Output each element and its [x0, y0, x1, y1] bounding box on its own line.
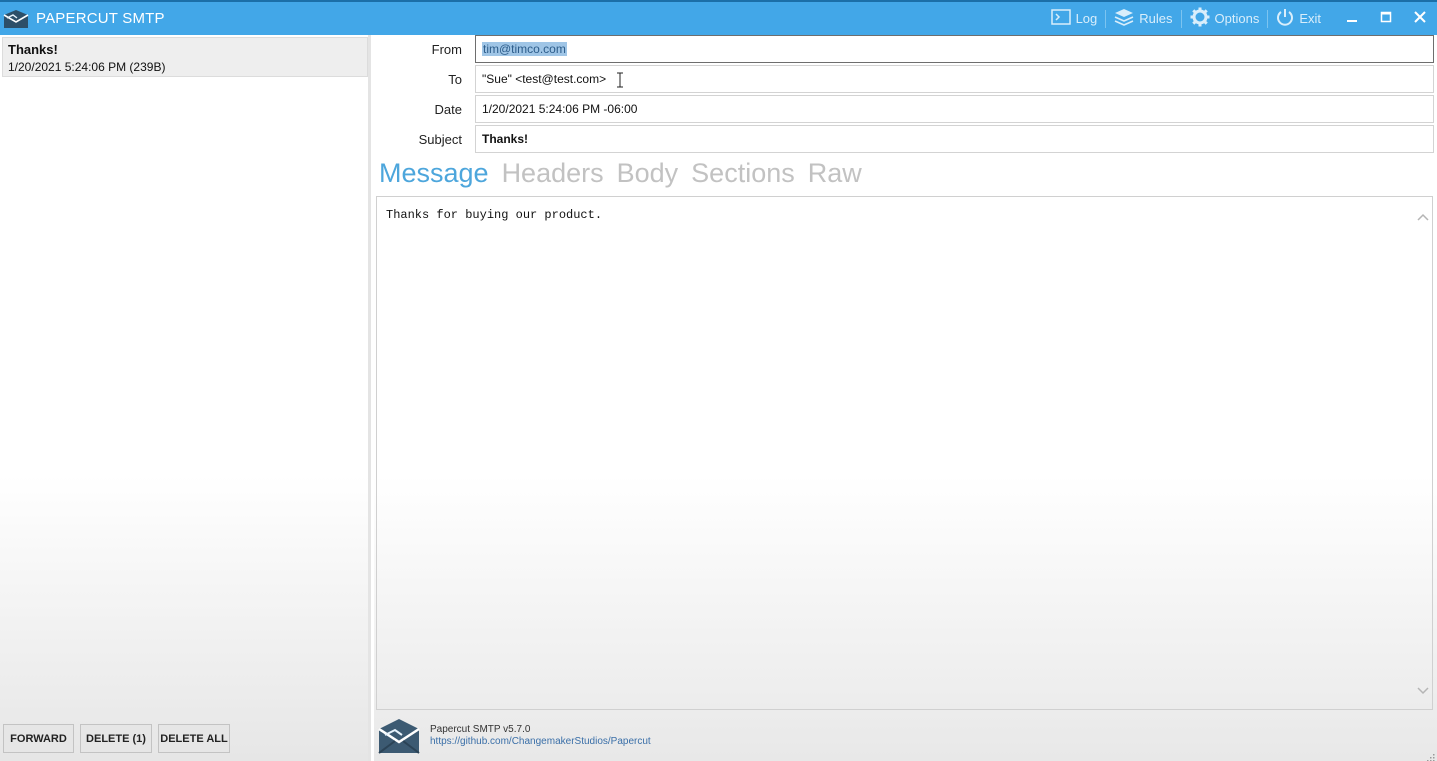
- title-actions: Log Rules Options Exit: [1043, 2, 1437, 35]
- app-footer: Papercut SMTP v5.7.0 https://github.com/…: [377, 717, 651, 755]
- subject-value: Thanks!: [482, 132, 529, 146]
- to-value: "Sue" <test@test.com>: [482, 72, 607, 86]
- forward-button[interactable]: FORWARD: [3, 724, 74, 753]
- options-button[interactable]: Options: [1182, 2, 1268, 35]
- app-version: Papercut SMTP v5.7.0: [430, 724, 531, 735]
- date-label: Date: [434, 101, 462, 117]
- delete-all-button[interactable]: DELETE ALL: [158, 724, 230, 753]
- subject-label: Subject: [418, 131, 462, 147]
- maximize-button[interactable]: [1369, 2, 1403, 35]
- message-body-text: Thanks for buying our product.: [386, 208, 603, 222]
- papercut-logo-icon: [2, 8, 30, 30]
- minimize-icon: [1346, 10, 1358, 28]
- date-value: 1/20/2021 5:24:06 PM -06:00: [482, 102, 638, 116]
- vertical-scrollbar[interactable]: [1414, 197, 1432, 709]
- from-label: From: [431, 41, 462, 57]
- to-field[interactable]: "Sue" <test@test.com>: [475, 65, 1434, 93]
- footer-text: Papercut SMTP v5.7.0 https://github.com/…: [430, 724, 651, 748]
- close-button[interactable]: [1403, 2, 1437, 35]
- rules-button[interactable]: Rules: [1106, 2, 1180, 35]
- message-body-panel[interactable]: Thanks for buying our product.: [376, 196, 1433, 710]
- options-label: Options: [1214, 11, 1260, 26]
- message-list-pane: Thanks! 1/20/2021 5:24:06 PM (239B) FORW…: [0, 35, 371, 761]
- maximize-icon: [1380, 10, 1392, 28]
- gear-icon: [1190, 7, 1210, 30]
- date-row: Date 1/20/2021 5:24:06 PM -06:00: [374, 95, 1437, 123]
- app-title: PAPERCUT SMTP: [36, 10, 165, 27]
- power-icon: [1276, 8, 1294, 29]
- log-button[interactable]: Log: [1043, 2, 1106, 35]
- tab-body[interactable]: Body: [617, 158, 679, 189]
- chevron-down-icon[interactable]: [1417, 683, 1429, 695]
- from-row: From tim@timco.com: [374, 35, 1437, 63]
- text-cursor-icon: [616, 72, 624, 88]
- message-meta: 1/20/2021 5:24:06 PM (239B): [8, 60, 166, 74]
- log-label: Log: [1075, 11, 1098, 26]
- to-row: To "Sue" <test@test.com>: [374, 65, 1437, 93]
- tab-message[interactable]: Message: [379, 158, 489, 189]
- message-actions: FORWARD DELETE (1) DELETE ALL: [3, 724, 230, 753]
- rules-label: Rules: [1139, 11, 1173, 26]
- github-link[interactable]: https://github.com/ChangemakerStudios/Pa…: [430, 736, 651, 748]
- layers-icon: [1114, 8, 1134, 29]
- view-tabs: Message Headers Body Sections Raw: [379, 158, 862, 189]
- terminal-icon: [1050, 9, 1071, 28]
- tab-sections[interactable]: Sections: [691, 158, 795, 189]
- papercut-logo-icon: [377, 717, 421, 755]
- message-detail-pane: From tim@timco.com To "Sue" <test@test.c…: [374, 35, 1437, 761]
- exit-label: Exit: [1299, 11, 1321, 26]
- date-field[interactable]: 1/20/2021 5:24:06 PM -06:00: [475, 95, 1434, 123]
- message-list-item[interactable]: Thanks! 1/20/2021 5:24:06 PM (239B): [2, 37, 368, 77]
- chevron-up-icon[interactable]: [1417, 211, 1429, 223]
- to-label: To: [448, 71, 462, 87]
- close-icon: [1414, 10, 1426, 28]
- resize-grip-icon[interactable]: [1425, 749, 1435, 761]
- exit-button[interactable]: Exit: [1268, 2, 1329, 35]
- title-bar: PAPERCUT SMTP Log Rules Options Exit: [0, 0, 1437, 35]
- subject-row: Subject Thanks!: [374, 125, 1437, 153]
- message-subject: Thanks!: [8, 42, 58, 57]
- tab-raw[interactable]: Raw: [808, 158, 862, 189]
- subject-field[interactable]: Thanks!: [475, 125, 1434, 153]
- from-value: tim@timco.com: [482, 42, 567, 56]
- tab-headers[interactable]: Headers: [502, 158, 604, 189]
- minimize-button[interactable]: [1335, 2, 1369, 35]
- from-field[interactable]: tim@timco.com: [475, 35, 1434, 63]
- delete-button[interactable]: DELETE (1): [80, 724, 152, 753]
